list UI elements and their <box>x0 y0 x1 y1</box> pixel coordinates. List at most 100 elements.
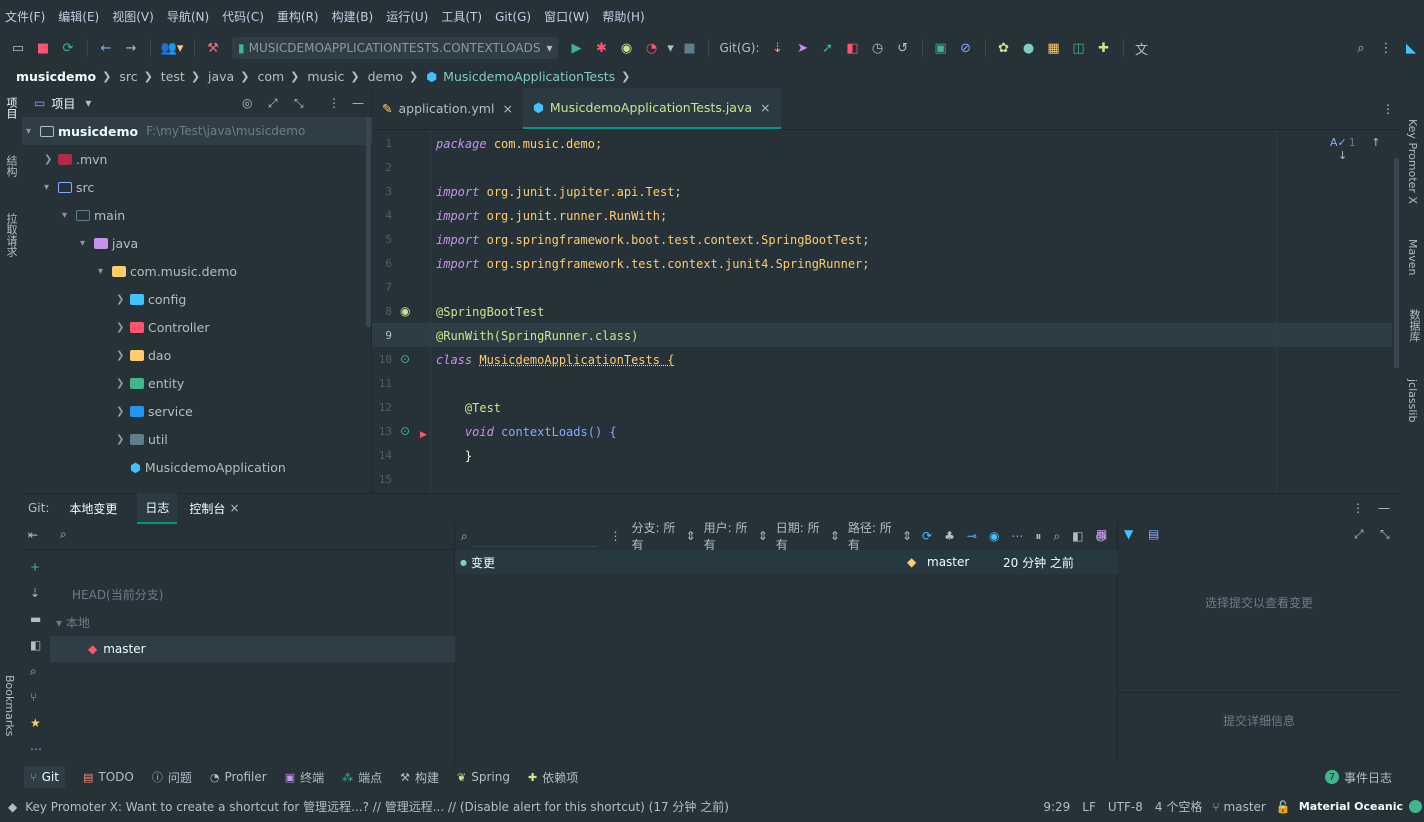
chevron-right-icon[interactable]: ❯ <box>116 406 130 417</box>
profile-icon[interactable]: ◔ <box>639 36 663 60</box>
no-icon[interactable]: ⊘ <box>954 36 978 60</box>
plugin-layout-icon[interactable]: ◫ <box>1067 36 1091 60</box>
branch-master[interactable]: ◆ master <box>50 636 455 662</box>
options-icon[interactable]: ⋮ <box>610 529 622 543</box>
plugin-dot-icon[interactable]: ● <box>1017 36 1041 60</box>
run-config-selector[interactable]: ▮ MUSICDEMOAPPLICATIONTESTS.CONTEXTLOADS… <box>232 37 559 59</box>
run-test-icon[interactable]: ⊙ <box>400 352 410 366</box>
close-icon[interactable]: × <box>760 100 770 115</box>
branch-group-local[interactable]: ▾ 本地 <box>56 614 90 631</box>
toolwin-profiler[interactable]: ◔ Profiler <box>210 770 267 784</box>
compare-icon[interactable]: ◧ <box>30 638 41 652</box>
tab-application-yml[interactable]: ✎ application.yml × <box>372 88 523 129</box>
tree-scrollbar[interactable] <box>366 117 371 327</box>
search-icon[interactable]: ⌕ <box>461 529 468 544</box>
open-folder-icon[interactable]: ▭ <box>6 36 30 60</box>
tree-item-service[interactable]: ❯ service <box>22 397 372 425</box>
theme-widget[interactable]: Material Oceanic <box>1299 800 1403 813</box>
project-view-selector[interactable]: 项目 <box>51 95 75 112</box>
fetch-icon[interactable]: ⇣ <box>30 586 40 600</box>
delete-icon[interactable]: ▬ <box>30 612 41 626</box>
tree-item-src[interactable]: ▾ src <box>22 173 372 201</box>
breadcrumb-src[interactable]: src <box>119 69 137 84</box>
right-tab-key-promoter[interactable]: Key Promoter X <box>1406 119 1419 204</box>
hammer-icon[interactable]: ⚒ <box>201 36 225 60</box>
tree-item-entity[interactable]: ❯ entity <box>22 369 372 397</box>
tree-root[interactable]: ▾ musicdemo F:\myTest\java\musicdemo <box>22 117 372 145</box>
breadcrumb-project[interactable]: musicdemo <box>16 69 96 84</box>
chevron-right-icon[interactable]: ❯ <box>116 434 130 445</box>
search-icon[interactable]: ⌕ <box>30 664 37 679</box>
stop-icon[interactable]: ■ <box>677 36 701 60</box>
toolwin-git[interactable]: ⑂ Git <box>24 766 65 788</box>
git-branch-widget[interactable]: master <box>1224 800 1266 814</box>
right-tab-maven[interactable]: Maven <box>1406 239 1419 275</box>
translate-icon[interactable]: 文 <box>1130 36 1154 60</box>
jetbrains-icon[interactable]: ◣ <box>1399 36 1423 60</box>
collapse-icon[interactable]: ⤡ <box>1380 527 1390 542</box>
close-icon[interactable]: × <box>502 101 512 116</box>
plugin-puzzle-icon[interactable]: ✚ <box>1092 36 1116 60</box>
file-encoding[interactable]: UTF-8 <box>1108 800 1143 814</box>
chevron-down-icon[interactable]: ▾ <box>62 210 76 221</box>
tree-item-controller[interactable]: ❯ Controller <box>22 313 372 341</box>
filter-icon[interactable]: ▼ <box>1124 527 1133 541</box>
right-tab-jclasslib[interactable]: jclasslib <box>1406 379 1419 422</box>
debug-icon[interactable]: ✱ <box>589 36 613 60</box>
git-history-icon[interactable]: ◷ <box>866 36 890 60</box>
sync-icon[interactable]: ⟳ <box>56 36 80 60</box>
chevron-down-icon[interactable]: ▾ <box>85 96 91 110</box>
filter-path[interactable]: 路径: 所有 <box>848 519 902 553</box>
coverage-icon[interactable]: ◉ <box>614 36 638 60</box>
git-commit-icon[interactable]: ➤ <box>791 36 815 60</box>
save-icon[interactable]: ■ <box>31 36 55 60</box>
filter-user[interactable]: 用户: 所有 <box>704 519 758 553</box>
close-icon[interactable]: × <box>229 501 239 515</box>
breadcrumb-test[interactable]: test <box>161 69 185 84</box>
grid-icon[interactable]: ▦ <box>1096 527 1107 541</box>
expand-icon[interactable]: ⤢ <box>1354 527 1364 542</box>
back-icon[interactable]: ← <box>94 36 118 60</box>
search-icon[interactable]: ⌕ <box>1349 36 1373 60</box>
more-icon[interactable]: ⋯ <box>30 742 42 756</box>
inspection-widget[interactable]: A✓ 1 ↑ ↓ <box>1330 136 1400 162</box>
arrow-down-icon[interactable]: ↓ <box>1338 149 1347 162</box>
star-icon[interactable]: ★ <box>30 716 41 730</box>
git-push-icon[interactable]: ➚ <box>816 36 840 60</box>
filter-date[interactable]: 日期: 所有 <box>776 519 830 553</box>
chevron-down-icon[interactable]: ▾ <box>44 182 58 193</box>
chevron-right-icon[interactable]: ❯ <box>116 322 130 333</box>
breadcrumb-com[interactable]: com <box>257 69 284 84</box>
left-tab-structure[interactable]: 结构 <box>3 155 19 177</box>
toolwin-event-log[interactable]: 7 事件日志 <box>1324 769 1392 786</box>
toolwin-endpoints[interactable]: ⁂ 端点 <box>342 769 382 786</box>
plugin-brain-icon[interactable]: ✿ <box>992 36 1016 60</box>
line-separator[interactable]: LF <box>1082 800 1096 814</box>
forward-icon[interactable]: → <box>119 36 143 60</box>
indent-setting[interactable]: 4 个空格 <box>1155 798 1202 815</box>
git-compare-icon[interactable]: ◧ <box>841 36 865 60</box>
menu-refactor[interactable]: 重构(R) <box>277 8 319 25</box>
chevron-right-icon[interactable]: ❯ <box>44 154 58 165</box>
cherry-pick-icon[interactable]: ♣ <box>944 529 955 543</box>
toolwin-dependencies[interactable]: ✚ 依赖项 <box>528 769 578 786</box>
toolwin-spring[interactable]: ❦ Spring <box>457 770 510 784</box>
refresh-icon[interactable]: ⟳ <box>922 529 932 543</box>
tree-item-package[interactable]: ▾ com.music.demo <box>22 257 372 285</box>
users-icon[interactable]: 👥▾ <box>157 36 187 60</box>
more-icon[interactable]: ⋯ <box>1011 529 1023 543</box>
menu-tools[interactable]: 工具(T) <box>441 8 482 25</box>
add-icon[interactable]: + <box>30 560 40 574</box>
search-icon[interactable]: ⌕ <box>1053 529 1060 544</box>
branch-search[interactable]: ⇤ ⌕ <box>22 522 455 550</box>
expand-icon[interactable]: ⤢ <box>268 96 278 111</box>
eye-icon[interactable]: ◉ <box>989 529 999 543</box>
chevron-right-icon[interactable]: ❯ <box>116 350 130 361</box>
run-test-icon[interactable]: ⊙ <box>400 424 410 438</box>
chevron-right-icon[interactable]: ❯ <box>116 378 130 389</box>
options-icon[interactable]: ⋮ <box>328 96 340 110</box>
filter-branch[interactable]: 分支: 所有 <box>632 519 686 553</box>
menu-code[interactable]: 代码(C) <box>222 8 264 25</box>
more-icon[interactable]: ⋮ <box>1374 36 1398 60</box>
log-search-input[interactable] <box>471 525 598 547</box>
